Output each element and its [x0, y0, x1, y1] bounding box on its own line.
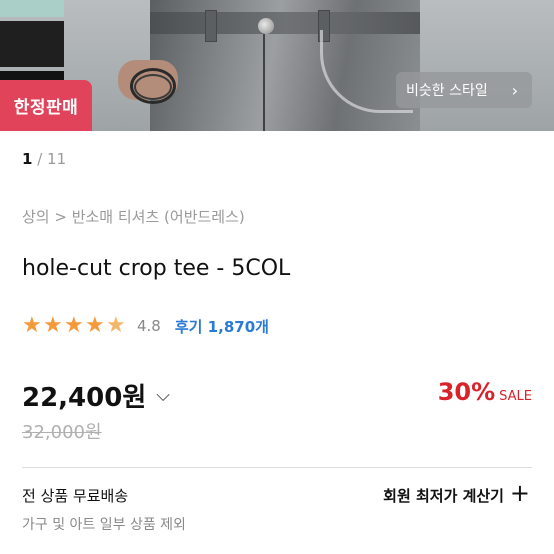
chevron-down-icon[interactable]: ⌵ [156, 385, 170, 406]
star-icon: ★ [106, 313, 126, 338]
image-pager: 1 / 11 [22, 150, 66, 168]
pager-total: 11 [47, 150, 67, 168]
plus-icon[interactable]: + [510, 481, 530, 505]
color-swatch-mint[interactable] [0, 0, 64, 17]
rating-score: 4.8 [137, 317, 161, 335]
star-icon: ★ [22, 313, 42, 338]
star-icon: ★ [85, 313, 105, 338]
sale-label: SALE [499, 389, 532, 404]
star-icon: ★ [43, 313, 63, 338]
product-title: hole-cut crop tee - 5COL [22, 256, 291, 281]
reviews-link[interactable]: 후기 1,870개 [175, 316, 269, 337]
star-icon: ★ [64, 313, 84, 338]
member-price-calculator-button[interactable]: 회원 최저가 계산기 [383, 485, 504, 506]
sale-price: 22,400원 [22, 383, 147, 413]
discount-badge: 30% SALE [438, 378, 532, 406]
rating-row[interactable]: ★ ★ ★ ★ ★ 4.8 후기 1,870개 [22, 314, 269, 338]
color-swatch-black[interactable] [0, 21, 64, 67]
divider [22, 467, 532, 468]
limited-sale-badge: 한정판매 [0, 80, 92, 131]
belt-loop [205, 10, 217, 42]
original-price: 32,000원 [22, 422, 102, 443]
free-shipping-label: 전 상품 무료배송 [22, 487, 129, 505]
pager-current: 1 [22, 150, 33, 168]
jeans-seam [263, 34, 265, 131]
price-row[interactable]: 22,400원 ⌵ [22, 377, 170, 414]
chevron-right-icon: › [511, 81, 518, 100]
product-image[interactable]: 한정판매 비슷한 스타일 › [0, 0, 554, 131]
jeans-button [258, 18, 274, 34]
similar-style-button[interactable]: 비슷한 스타일 › [396, 72, 532, 108]
shipping-exception-note: 가구 및 아트 일부 상품 제외 [22, 517, 186, 533]
similar-style-label: 비슷한 스타일 [406, 83, 488, 99]
rating-stars: ★ ★ ★ ★ ★ [22, 315, 127, 337]
discount-percent: 30% [437, 378, 496, 406]
pager-separator: / [32, 150, 48, 168]
limited-sale-label: 한정판매 [13, 98, 79, 118]
bracelet [134, 74, 172, 100]
breadcrumb[interactable]: 상의 > 반소매 티셔츠 (어반드레스) [22, 206, 245, 227]
